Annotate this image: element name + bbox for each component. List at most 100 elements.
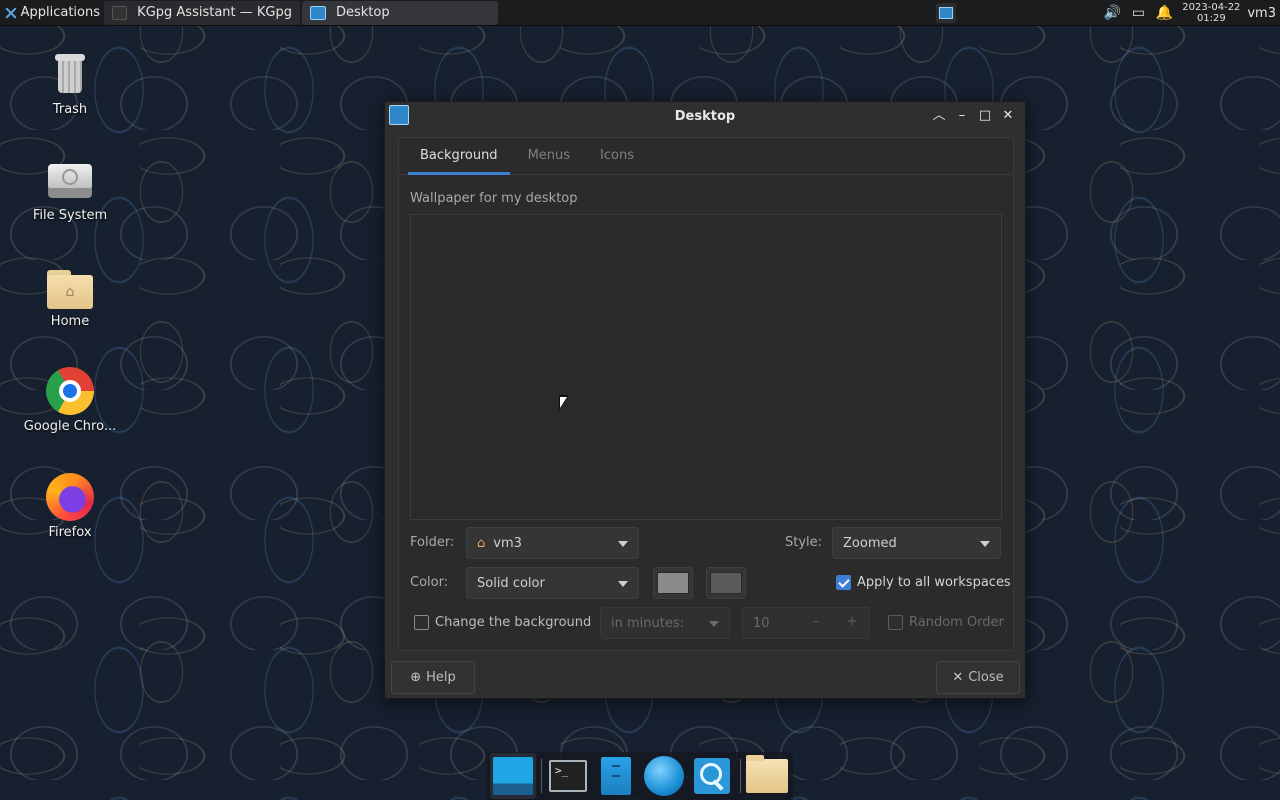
taskbar-item-kgpg[interactable]: KGpg Assistant — KGpg (104, 0, 300, 25)
kgpg-icon (112, 5, 128, 20)
color-2-button[interactable] (706, 567, 746, 599)
desktop-icon-firefox[interactable]: Firefox (20, 473, 120, 540)
help-button[interactable]: ⊕ Help (391, 661, 475, 694)
desktop-icon-file-system[interactable]: File System (20, 160, 120, 223)
applications-label: Applications (20, 5, 100, 20)
xfce-logo-icon (4, 6, 16, 20)
help-label: Help (426, 670, 456, 685)
applications-menu[interactable]: Applications (0, 0, 104, 26)
dock-folder[interactable] (744, 753, 790, 799)
help-icon: ⊕ (410, 670, 422, 685)
chevron-down-icon (618, 541, 628, 547)
volume-icon[interactable]: 🔊 (1102, 3, 1122, 23)
close-window-button[interactable]: ✕ (997, 106, 1019, 126)
wallpaper-list[interactable] (410, 214, 1002, 520)
color-select[interactable]: Solid color (466, 567, 639, 599)
system-tray: 🔊 ▭ 🔔 2023-04-22 01:29 vm3 (1099, 0, 1280, 26)
style-value: Zoomed (843, 535, 897, 551)
tab-icons[interactable]: Icons (588, 138, 646, 174)
dock-app-finder[interactable] (689, 753, 735, 799)
shade-button[interactable]: ︿ (928, 106, 950, 126)
minimize-button[interactable]: – (951, 106, 973, 126)
dock-separator (740, 759, 741, 793)
search-icon (694, 758, 730, 794)
close-icon: ✕ (952, 670, 964, 685)
desktop-icon-home[interactable]: ⌂ Home (20, 264, 120, 329)
desktop-icon-trash[interactable]: Trash (20, 50, 120, 117)
apply-all-label: Apply to all workspaces (857, 575, 1011, 590)
tab-menus[interactable]: Menus (516, 138, 582, 174)
terminal-icon: >_ (549, 760, 587, 792)
taskbar-item-desktop[interactable]: Desktop (302, 0, 498, 25)
trash-icon (50, 50, 90, 98)
desktop-icon-label: File System (32, 208, 108, 223)
color-1-swatch (657, 572, 689, 594)
color-1-button[interactable] (653, 567, 693, 599)
interval-unit-value: in minutes: (611, 615, 684, 631)
close-button[interactable]: ✕ Close (936, 661, 1020, 694)
home-folder-icon: ⌂ (47, 270, 93, 310)
desktop-icon-label: Trash (52, 102, 88, 117)
tab-background[interactable]: Background (408, 138, 510, 175)
folder-icon (746, 755, 788, 793)
dialog-titlebar[interactable]: Desktop ︿ – □ ✕ (385, 102, 1025, 130)
firefox-icon (46, 473, 94, 521)
change-background-label: Change the background (435, 615, 592, 630)
color-label: Color: (410, 575, 449, 590)
increment-icon[interactable]: + (843, 614, 861, 629)
folder-label: Folder: (410, 535, 455, 550)
hard-drive-icon (48, 164, 92, 204)
file-manager-icon (601, 757, 631, 795)
dock-web-browser[interactable] (641, 753, 687, 799)
tab-bar: Background Menus Icons (399, 138, 1013, 175)
desktop-settings-dialog: Desktop ︿ – □ ✕ Background Menus Icons W… (384, 101, 1026, 699)
mouse-cursor (559, 395, 569, 411)
checkbox-checked-icon (836, 575, 851, 590)
notification-bell-icon[interactable]: 🔔 (1154, 3, 1174, 23)
desktop-settings-icon (310, 5, 326, 20)
random-order-label: Random Order (909, 615, 1004, 630)
clock[interactable]: 2023-04-22 01:29 (1181, 2, 1241, 24)
dock-terminal[interactable]: >_ (545, 753, 591, 799)
chrome-icon (46, 367, 94, 415)
dock-file-manager[interactable] (593, 753, 639, 799)
desktop-icon-label: Home (50, 314, 90, 329)
interval-unit-select[interactable]: in minutes: (600, 607, 730, 639)
maximize-button[interactable]: □ (974, 106, 996, 126)
dock-show-desktop[interactable] (490, 753, 536, 799)
color-2-swatch (710, 572, 742, 594)
clock-time: 01:29 (1196, 13, 1226, 24)
home-icon: ⌂ (477, 535, 486, 551)
desktop-icon-label: Google Chro... (23, 419, 117, 434)
battery-icon[interactable]: ▭ (1128, 3, 1148, 23)
style-select[interactable]: Zoomed (832, 527, 1001, 559)
desktop-icon-label: Firefox (48, 525, 92, 540)
close-label: Close (968, 670, 1004, 685)
checkbox-unchecked-icon (888, 615, 903, 630)
clock-date: 2023-04-22 (1182, 2, 1241, 13)
web-browser-icon (644, 756, 684, 796)
top-panel: Applications KGpg Assistant — KGpg Deskt… (0, 0, 1280, 26)
random-order-checkbox[interactable]: Random Order (888, 615, 1004, 630)
taskbar-item-label: Desktop (336, 5, 390, 20)
interval-spinbox[interactable]: 10 – + (742, 607, 870, 639)
user-menu[interactable]: vm3 (1245, 6, 1280, 21)
dock: >_ (487, 752, 793, 800)
chevron-down-icon (618, 581, 628, 587)
show-desktop-icon (493, 757, 533, 795)
checkbox-unchecked-icon (414, 615, 429, 630)
folder-select[interactable]: ⌂ vm3 (466, 527, 639, 559)
settings-notebook: Background Menus Icons Wallpaper for my … (398, 137, 1014, 651)
chevron-down-icon (980, 541, 990, 547)
change-background-checkbox[interactable]: Change the background (414, 615, 591, 630)
style-label: Style: (785, 535, 823, 550)
workspace-window-icon (939, 7, 953, 19)
folder-value: vm3 (493, 535, 522, 551)
apply-all-workspaces-checkbox[interactable]: Apply to all workspaces (836, 575, 1011, 590)
wallpaper-section-label: Wallpaper for my desktop (410, 191, 578, 206)
workspace-switcher[interactable] (936, 3, 956, 23)
decrement-icon[interactable]: – (807, 614, 825, 629)
desktop-icon-chrome[interactable]: Google Chro... (20, 367, 120, 434)
taskbar-item-label: KGpg Assistant — KGpg (137, 5, 292, 20)
dock-separator (541, 759, 542, 793)
